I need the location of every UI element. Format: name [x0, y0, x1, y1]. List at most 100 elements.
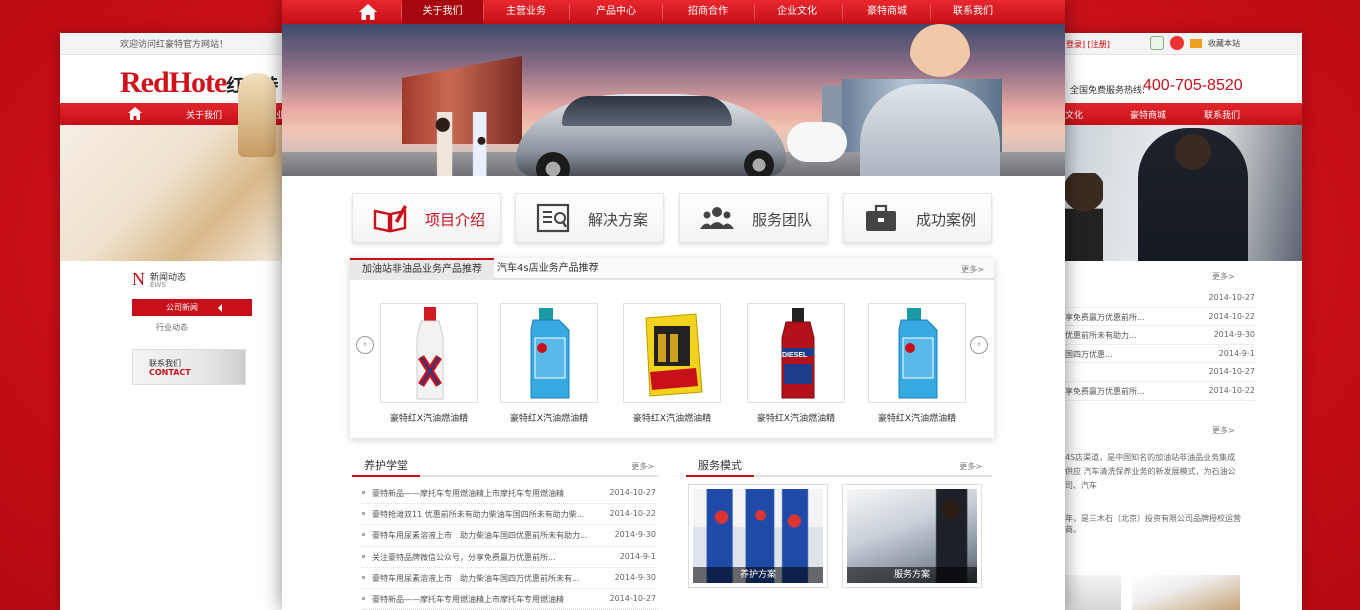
car-window-image: [562, 96, 732, 126]
news-title-en: EWS: [150, 281, 166, 289]
nav-item-contact[interactable]: 联系我们: [932, 0, 1014, 24]
nav-item-business[interactable]: 主营业务: [484, 0, 568, 24]
sidebar-item-industry-news[interactable]: 行业动态: [156, 322, 188, 333]
right-thumb-2: [1132, 575, 1240, 610]
back-nav-culture[interactable]: 文化: [1065, 108, 1083, 121]
product-name[interactable]: 豪特红X汽油燃油精: [612, 411, 732, 424]
product-name[interactable]: 豪特红X汽油燃油精: [489, 411, 609, 424]
home-icon[interactable]: [128, 107, 142, 120]
woman-image: [1065, 173, 1103, 261]
products-more-link[interactable]: 更多>: [961, 264, 984, 275]
login-register-links[interactable]: 登录] [注册]: [1066, 39, 1110, 50]
list-item[interactable]: 豪特新品——摩托车专用燃油精上市摩托车专用燃油精 2014-10-27: [362, 589, 658, 610]
product-card[interactable]: [500, 303, 598, 403]
carousel-next-button[interactable]: ›: [970, 336, 988, 354]
feature-cases-button[interactable]: 成功案例: [843, 193, 992, 243]
product-bottle-icon: [530, 308, 570, 399]
tab-gas-station-products[interactable]: 加油站非油品业务产品推荐: [350, 258, 494, 280]
nav-item-about[interactable]: 关于我们: [402, 0, 483, 24]
weibo-icon[interactable]: [1170, 36, 1184, 50]
product-card[interactable]: [380, 303, 478, 403]
spokesman-image: [860, 84, 1000, 176]
product-card[interactable]: DIESEL: [747, 303, 845, 403]
list-item[interactable]: 2014-10-27: [1065, 363, 1255, 382]
feature-solution-button[interactable]: 解决方案: [515, 193, 664, 243]
list-item[interactable]: 豪特新品——摩托车专用燃油精上市摩托车专用燃油精 2014-10-27: [362, 483, 658, 505]
logo-en: RedHote: [120, 66, 227, 99]
nav-divider: [662, 4, 663, 20]
family-image: [432, 112, 522, 176]
nav-item-culture[interactable]: 企业文化: [754, 0, 840, 24]
list-item[interactable]: 国四万优惠... 2014-9-1: [1065, 345, 1255, 364]
school-more-link[interactable]: 更多>: [631, 461, 654, 472]
feature-team-button[interactable]: 服务团队: [679, 193, 828, 243]
product-name[interactable]: 豪特红X汽油燃油精: [369, 411, 489, 424]
contact-us-banner[interactable]: 联系我们 CONTACT: [132, 349, 246, 385]
nav-item-mall[interactable]: 豪特商城: [844, 0, 930, 24]
back-nav-about[interactable]: 关于我们: [186, 108, 222, 121]
bullet: [362, 533, 365, 537]
contact-en: CONTACT: [149, 368, 191, 377]
bullet: [362, 554, 365, 558]
news-section-title: N 新闻动态 EWS: [132, 269, 186, 290]
section-title: 养护学堂: [352, 455, 420, 477]
arrow-left-icon: [218, 304, 222, 312]
product-box-icon: [645, 313, 703, 397]
product-name[interactable]: 豪特红X汽油燃油精: [857, 411, 977, 424]
feature-label: 成功案例: [916, 211, 977, 229]
list-item[interactable]: 享免费赢万优惠前所... 2014-10-22: [1065, 308, 1255, 327]
welcome-text: 欢迎访问红豪特官方网站！: [120, 40, 229, 50]
section-header: 养护学堂 更多>: [352, 455, 658, 477]
briefcase-icon: [866, 204, 896, 231]
right-about-more[interactable]: 更多>: [1212, 425, 1235, 436]
back-nav-mall[interactable]: 豪特商城: [1130, 108, 1166, 121]
product-bottle-icon: [416, 307, 444, 400]
list-item[interactable]: 享免费赢万优惠前所... 2014-10-22: [1065, 382, 1255, 401]
feature-project-intro-button[interactable]: 项目介绍: [352, 193, 501, 243]
carousel-prev-button[interactable]: ‹: [356, 336, 374, 354]
feature-label: 解决方案: [588, 211, 649, 229]
right-thumb-1: [1065, 575, 1121, 610]
list-item[interactable]: 豪特车用尿素溶液上市 助力柴油车国四万优惠前所未有... 2014-9-30: [362, 568, 658, 589]
businessman-image: [1138, 128, 1248, 261]
product-recommend-panel: 加油站非油品业务产品推荐 汽车4s店业务产品推荐 更多> ‹ › 豪特红X汽油燃…: [350, 258, 994, 438]
service-more-link[interactable]: 更多>: [959, 461, 982, 472]
sidebar-item-company-news[interactable]: 公司新闻: [132, 299, 252, 316]
tab-4s-store-products[interactable]: 汽车4s店业务产品推荐: [485, 258, 611, 280]
chess-piece-image: [238, 73, 276, 157]
nav-divider: [930, 4, 931, 20]
back-nav-contact[interactable]: 联系我们: [1204, 108, 1240, 121]
hero-banner[interactable]: [282, 24, 1065, 176]
product-card[interactable]: [868, 303, 966, 403]
product-label-diesel: DIESEL: [782, 352, 808, 359]
maintenance-school-section: 养护学堂 更多> 豪特新品——摩托车专用燃油精上市摩托车专用燃油精 2014-10…: [352, 455, 658, 610]
service-mode-section: 服务模式 更多> 养护方案 服务方案: [686, 455, 992, 610]
document-search-icon: [536, 203, 570, 233]
list-item[interactable]: 2014-10-27: [1065, 289, 1255, 308]
team-icon: [700, 207, 734, 229]
list-item[interactable]: 豪特车用尿素溶液上市 助力柴油车国四优惠前所未有助力... 2014-9-30: [362, 525, 658, 547]
product-card[interactable]: [623, 303, 721, 403]
service-card-maintenance[interactable]: 养护方案: [688, 484, 828, 588]
top-icons: 收藏本站: [1150, 36, 1240, 50]
feature-label: 项目介绍: [425, 211, 486, 229]
news-list: 豪特新品——摩托车专用燃油精上市摩托车专用燃油精 2014-10-27 豪特抢滩双…: [362, 483, 658, 610]
section-header: 服务模式 更多>: [686, 455, 992, 477]
favorite-link[interactable]: 收藏本站: [1208, 38, 1240, 49]
product-name[interactable]: 豪特红X汽油燃油精: [736, 411, 856, 424]
right-news-more[interactable]: 更多>: [1212, 271, 1235, 282]
section-title: 服务模式: [686, 455, 754, 477]
wechat-icon[interactable]: [1150, 36, 1164, 50]
bullet: [362, 491, 365, 494]
list-item[interactable]: 优惠前所未有助力... 2014-9-30: [1065, 326, 1255, 345]
list-item[interactable]: 关注豪特品牌微信公众号，分享免费赢万优惠前所... 2014-9-1: [362, 547, 658, 568]
news-title-letter: N: [132, 269, 145, 289]
nav-item-partnership[interactable]: 招商合作: [664, 0, 752, 24]
bullet: [362, 596, 365, 600]
right-about-text-2: 年，是三木石（北京）投资有限公司品牌授权运营商。: [1065, 514, 1241, 534]
service-card-service[interactable]: 服务方案: [842, 484, 982, 588]
nav-item-products[interactable]: 产品中心: [572, 0, 660, 24]
cleaning-cloth-image: [787, 122, 847, 162]
list-item[interactable]: 豪特抢滩双11 优惠前所未有助力柴油车国四所未有助力柴... 2014-10-22: [362, 504, 658, 526]
home-icon[interactable]: [358, 3, 378, 21]
